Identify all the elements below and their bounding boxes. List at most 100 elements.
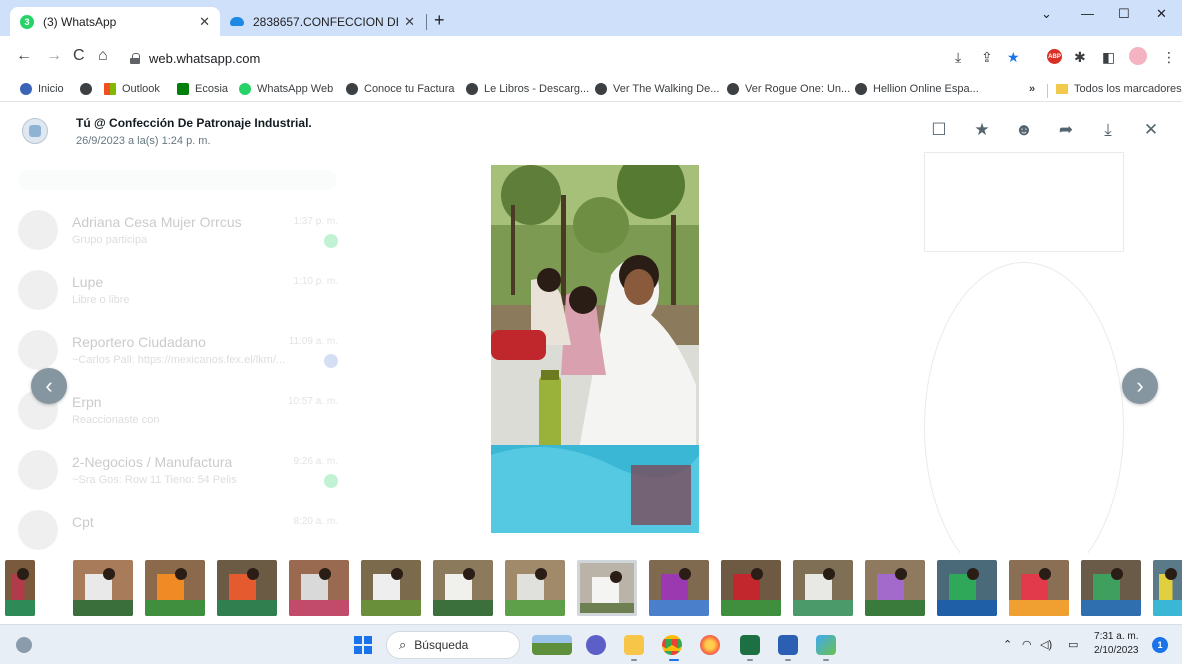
media-thumbnail[interactable] bbox=[793, 560, 853, 616]
bookmark-hellion[interactable]: Hellion Online Espa... bbox=[855, 83, 979, 95]
media-thumbnail[interactable] bbox=[1153, 560, 1182, 616]
minimize-button[interactable]: — bbox=[1081, 6, 1094, 21]
bookmark-conoce-factura[interactable]: Conoce tu Factura bbox=[346, 83, 455, 95]
media-thumbnail[interactable] bbox=[361, 560, 421, 616]
teams-icon[interactable] bbox=[586, 635, 606, 655]
reload-button[interactable]: C bbox=[73, 47, 85, 65]
media-thumbnail[interactable] bbox=[865, 560, 925, 616]
thumbnail-image bbox=[1153, 560, 1182, 616]
bookmark-inicio[interactable]: Inicio bbox=[20, 83, 64, 95]
bookmark-whatsapp-web[interactable]: WhatsApp Web bbox=[239, 83, 333, 95]
share-icon[interactable]: ⇪ bbox=[981, 49, 993, 66]
chevron-up-icon[interactable]: ⌃ bbox=[1003, 638, 1012, 651]
close-tab-icon[interactable]: ✕ bbox=[199, 14, 210, 30]
volume-icon[interactable]: ◁) bbox=[1040, 638, 1052, 651]
media-thumbnail[interactable] bbox=[5, 560, 35, 616]
media-thumbnail[interactable] bbox=[505, 560, 565, 616]
forward-icon[interactable]: ➦ bbox=[1055, 120, 1077, 140]
tab-search-icon[interactable]: ⌄ bbox=[1041, 6, 1052, 22]
close-window-button[interactable]: ✕ bbox=[1156, 6, 1167, 22]
group-avatar[interactable] bbox=[22, 118, 48, 144]
background-chat-panel bbox=[920, 152, 1130, 592]
thumbnail-image bbox=[793, 560, 853, 616]
tab-title: 2838657.CONFECCION DE SHOR bbox=[253, 14, 398, 29]
bookmarks-overflow-button[interactable]: » bbox=[1029, 83, 1035, 95]
notification-badge[interactable]: 1 bbox=[1152, 637, 1168, 653]
menu-icon[interactable]: ⋮ bbox=[1162, 49, 1176, 66]
emoji-icon[interactable]: ☻ bbox=[1013, 120, 1035, 140]
back-button[interactable]: ← bbox=[16, 47, 32, 65]
media-thumbnail[interactable] bbox=[649, 560, 709, 616]
close-icon[interactable]: ✕ bbox=[1140, 120, 1162, 140]
system-clock[interactable]: 7:31 a. m. 2/10/2023 bbox=[1094, 630, 1139, 658]
main-photo[interactable] bbox=[491, 165, 699, 533]
all-bookmarks-folder[interactable]: Todos los marcadores bbox=[1056, 83, 1182, 95]
search-icon: ⌕ bbox=[399, 637, 407, 652]
media-thumbnail[interactable] bbox=[721, 560, 781, 616]
unread-badge bbox=[324, 354, 338, 368]
extensions-icon[interactable]: ✱ bbox=[1074, 49, 1086, 66]
media-thumbnail[interactable] bbox=[145, 560, 205, 616]
media-thumbnail[interactable] bbox=[433, 560, 493, 616]
word-icon[interactable] bbox=[778, 635, 798, 655]
weather-widget-icon[interactable] bbox=[16, 637, 32, 653]
bookmark-le-libros[interactable]: Le Libros - Descarg... bbox=[466, 83, 589, 95]
wifi-icon[interactable]: ◠ bbox=[1022, 638, 1032, 651]
install-app-icon[interactable]: ⤓ bbox=[955, 49, 961, 66]
forward-button[interactable]: → bbox=[46, 47, 62, 65]
excel-icon[interactable] bbox=[740, 635, 760, 655]
home-button[interactable]: ⌂ bbox=[98, 47, 108, 65]
media-thumbnail[interactable] bbox=[1009, 560, 1069, 616]
bookmark-globe[interactable] bbox=[80, 83, 98, 95]
tab-title: (3) WhatsApp bbox=[43, 14, 117, 29]
profile-avatar[interactable] bbox=[1129, 47, 1147, 65]
next-media-button[interactable]: › bbox=[1122, 368, 1158, 404]
landscape-widget[interactable] bbox=[532, 635, 572, 655]
media-thumbnail[interactable] bbox=[289, 560, 349, 616]
reply-icon[interactable]: ☐ bbox=[928, 120, 950, 140]
windows-start-icon[interactable] bbox=[354, 636, 372, 654]
url-text[interactable]: web.whatsapp.com bbox=[149, 51, 260, 66]
chrome-icon[interactable] bbox=[662, 635, 682, 655]
thumbnail-image bbox=[721, 560, 781, 616]
avatar bbox=[18, 210, 58, 250]
close-tab-icon[interactable]: ✕ bbox=[404, 14, 415, 30]
file-explorer-icon[interactable] bbox=[624, 635, 644, 655]
media-thumbnail[interactable] bbox=[217, 560, 277, 616]
running-indicator bbox=[785, 659, 791, 661]
media-thumbnail[interactable] bbox=[937, 560, 997, 616]
whatsapp-icon bbox=[239, 83, 251, 95]
battery-icon[interactable]: ▭ bbox=[1068, 638, 1078, 651]
thumbnail-strip bbox=[0, 553, 1182, 623]
media-thumbnail[interactable] bbox=[73, 560, 133, 616]
new-tab-button[interactable]: + bbox=[434, 10, 445, 31]
app-icon[interactable] bbox=[816, 635, 836, 655]
firefox-icon[interactable] bbox=[700, 635, 720, 655]
bookmark-outlook[interactable]: Outlook bbox=[104, 83, 160, 95]
tab-confeccion[interactable]: 2838657.CONFECCION DE SHOR ✕ bbox=[220, 7, 425, 36]
download-icon[interactable]: ⤓ bbox=[1097, 120, 1119, 140]
media-thumbnail[interactable] bbox=[1081, 560, 1141, 616]
side-panel-icon[interactable]: ◧ bbox=[1102, 49, 1115, 66]
star-icon[interactable]: ★ bbox=[971, 120, 993, 140]
previous-media-button[interactable]: ‹ bbox=[31, 368, 67, 404]
bookmark-rogue-one[interactable]: Ver Rogue One: Un... bbox=[727, 83, 850, 95]
adblock-plus-icon[interactable]: ABP bbox=[1047, 49, 1062, 64]
thumbnail-image bbox=[289, 560, 349, 616]
taskbar-search[interactable]: ⌕ Búsqueda bbox=[386, 631, 520, 659]
media-thumbnail[interactable] bbox=[577, 560, 637, 616]
background-chat-item: Reportero Ciudadano ~Carlos Pall: https:… bbox=[18, 330, 348, 380]
folder-icon bbox=[1056, 84, 1068, 94]
bookmark-walking-dead[interactable]: Ver The Walking De... bbox=[595, 83, 719, 95]
bookmark-star-icon[interactable]: ★ bbox=[1007, 49, 1020, 66]
tab-whatsapp[interactable]: 3 (3) WhatsApp ✕ bbox=[10, 7, 220, 36]
tab-separator bbox=[426, 14, 427, 30]
globe-icon bbox=[595, 83, 607, 95]
thumbnail-image bbox=[433, 560, 493, 616]
maximize-button[interactable]: ☐ bbox=[1118, 6, 1130, 22]
lock-icon[interactable] bbox=[130, 52, 140, 64]
thumbnail-image bbox=[580, 563, 634, 613]
browser-tab-bar: 3 (3) WhatsApp ✕ 2838657.CONFECCION DE S… bbox=[0, 0, 1182, 36]
address-bar[interactable]: web.whatsapp.com bbox=[120, 43, 1020, 73]
bookmark-ecosia[interactable]: Ecosia bbox=[177, 83, 228, 95]
